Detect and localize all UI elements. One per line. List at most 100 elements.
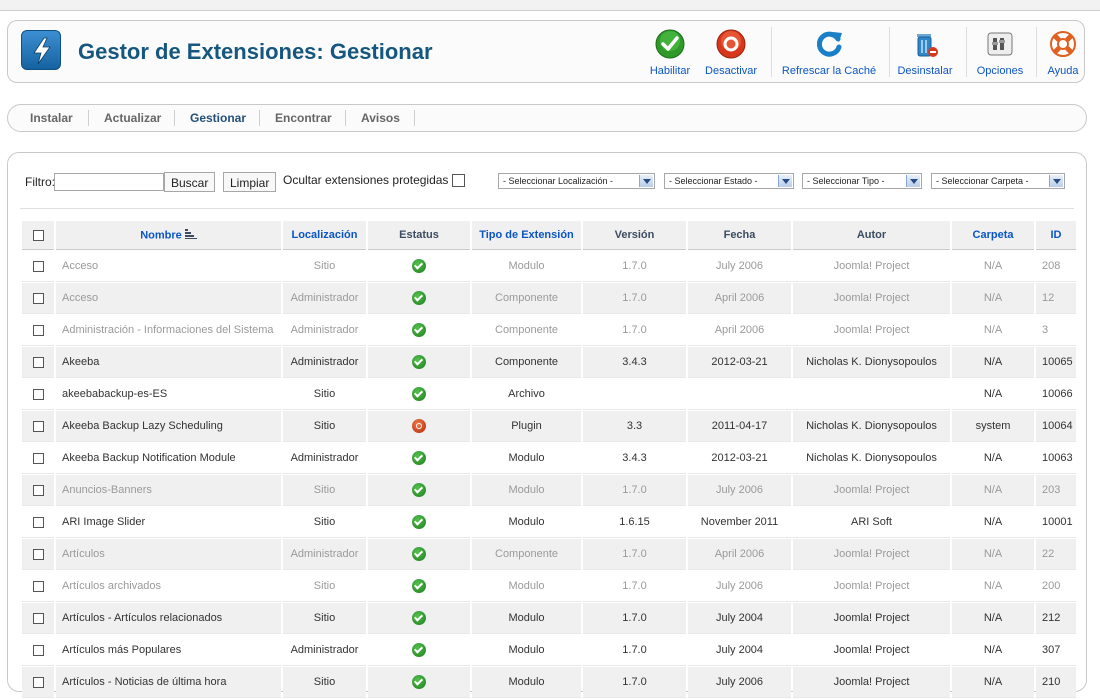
row-type: Archivo <box>472 379 581 410</box>
row-name[interactable]: Artículos - Noticias de última hora <box>56 667 281 698</box>
row-author: Joomla! Project <box>793 635 950 666</box>
row-version: 3.3 <box>583 411 686 442</box>
enabled-status-icon[interactable] <box>412 291 426 305</box>
column-header-folder[interactable]: Carpeta <box>952 221 1034 250</box>
row-select-cell <box>22 379 54 410</box>
row-checkbox[interactable] <box>32 484 44 496</box>
row-checkbox[interactable] <box>32 356 44 368</box>
row-date: 2011-04-17 <box>688 411 791 442</box>
enabled-status-icon[interactable] <box>412 387 426 401</box>
enabled-status-icon[interactable] <box>412 643 426 657</box>
folder-select[interactable]: - Seleccionar Carpeta - <box>931 173 1065 189</box>
row-version: 1.7.0 <box>583 539 686 570</box>
row-name[interactable]: Anuncios-Banners <box>56 475 281 506</box>
row-checkbox[interactable] <box>32 676 44 688</box>
status-select[interactable]: - Seleccionar Estado - <box>664 173 794 189</box>
row-name[interactable]: Akeeba <box>56 347 281 378</box>
row-checkbox[interactable] <box>32 644 44 656</box>
row-name[interactable]: Artículos más Populares <box>56 635 281 666</box>
submenu-warnings[interactable]: Avisos <box>361 111 400 125</box>
row-checkbox[interactable] <box>32 580 44 592</box>
row-checkbox[interactable] <box>32 452 44 464</box>
row-checkbox[interactable] <box>32 388 44 400</box>
row-checkbox[interactable] <box>32 548 44 560</box>
chevron-down-icon <box>906 175 920 187</box>
row-name[interactable]: Acceso <box>56 283 281 314</box>
column-header-location[interactable]: Localización <box>283 221 366 250</box>
submenu-update[interactable]: Actualizar <box>104 111 161 125</box>
row-name[interactable]: Acceso <box>56 251 281 282</box>
type-select[interactable]: - Seleccionar Tipo - <box>802 173 922 189</box>
row-name[interactable]: Administración - Informaciones del Siste… <box>56 315 281 346</box>
toolbar-divider <box>889 27 890 77</box>
enabled-status-icon[interactable] <box>412 515 426 529</box>
filter-search-input[interactable] <box>54 173 164 191</box>
row-type: Componente <box>472 347 581 378</box>
row-version: 3.4.3 <box>583 347 686 378</box>
enabled-status-icon[interactable] <box>412 355 426 369</box>
enabled-status-icon[interactable] <box>412 547 426 561</box>
disable-button[interactable]: Desactivar <box>702 27 760 77</box>
row-checkbox[interactable] <box>32 420 44 432</box>
row-checkbox[interactable] <box>32 516 44 528</box>
row-id: 10065 <box>1036 347 1076 378</box>
search-button[interactable]: Buscar <box>164 172 216 192</box>
enabled-status-icon[interactable] <box>412 323 426 337</box>
row-id: 200 <box>1036 571 1076 602</box>
hide-protected-checkbox[interactable] <box>452 174 465 187</box>
row-type: Modulo <box>472 443 581 474</box>
submenu-discover[interactable]: Encontrar <box>275 111 332 125</box>
check-circle-icon <box>655 29 685 59</box>
enabled-status-icon[interactable] <box>412 675 426 689</box>
table-row: Artículos más Populares Administrador Modu… <box>22 635 1076 666</box>
submenu-manage[interactable]: Gestionar <box>190 111 246 125</box>
submenu-install[interactable]: Instalar <box>30 111 73 125</box>
select-all-checkbox[interactable] <box>32 229 44 241</box>
options-button[interactable]: Opciones <box>974 27 1026 77</box>
row-version: 1.7.0 <box>583 635 686 666</box>
chevron-down-icon <box>1049 175 1063 187</box>
row-checkbox[interactable] <box>32 260 44 272</box>
disabled-status-icon[interactable] <box>412 419 426 433</box>
row-folder: N/A <box>952 379 1034 410</box>
refresh-cache-button-label: Refrescar la Caché <box>781 65 877 77</box>
column-header-name[interactable]: Nombre <box>56 221 281 250</box>
enabled-status-icon[interactable] <box>412 451 426 465</box>
table-row: Akeeba Backup Notification Module Adminis… <box>22 443 1076 474</box>
row-status <box>368 283 470 314</box>
column-header-id[interactable]: ID <box>1036 221 1076 250</box>
folder-select-value: - Seleccionar Carpeta - <box>936 176 1029 186</box>
row-version: 1.7.0 <box>583 667 686 698</box>
row-name[interactable]: akeebabackup-es-ES <box>56 379 281 410</box>
enabled-status-icon[interactable] <box>412 483 426 497</box>
refresh-cache-button[interactable]: Refrescar la Caché <box>780 27 878 77</box>
hide-protected-label: Ocultar extensiones protegidas <box>283 173 449 187</box>
row-name[interactable]: Artículos - Artículos relacionados <box>56 603 281 634</box>
enable-button[interactable]: Habilitar <box>648 27 692 77</box>
enabled-status-icon[interactable] <box>412 259 426 273</box>
row-location: Administrador <box>283 315 366 346</box>
column-header-status[interactable]: Estatus <box>368 221 470 250</box>
clear-button[interactable]: Limpiar <box>223 172 277 192</box>
row-name[interactable]: Artículos <box>56 539 281 570</box>
row-location: Sitio <box>283 603 366 634</box>
row-date: July 2006 <box>688 667 791 698</box>
location-select[interactable]: - Seleccionar Localización - <box>498 173 655 189</box>
row-author: Nicholas K. Dionysopoulos <box>793 443 950 474</box>
row-location: Sitio <box>283 379 366 410</box>
row-checkbox[interactable] <box>32 292 44 304</box>
help-button[interactable]: Ayuda <box>1043 27 1083 77</box>
enabled-status-icon[interactable] <box>412 611 426 625</box>
enabled-status-icon[interactable] <box>412 579 426 593</box>
row-name[interactable]: Artículos archivados <box>56 571 281 602</box>
row-checkbox[interactable] <box>32 612 44 624</box>
row-name[interactable]: Akeeba Backup Notification Module <box>56 443 281 474</box>
column-header-type[interactable]: Tipo de Extensión <box>472 221 581 250</box>
row-checkbox[interactable] <box>32 324 44 336</box>
row-name[interactable]: ARI Image Slider <box>56 507 281 538</box>
stop-circle-icon <box>716 29 746 59</box>
uninstall-button[interactable]: Desinstalar <box>897 27 953 77</box>
row-name[interactable]: Akeeba Backup Lazy Scheduling <box>56 411 281 442</box>
row-version: 1.7.0 <box>583 283 686 314</box>
table-row: Acceso Sitio Modulo 1.7.0 July 2006 Joomla! P… <box>22 251 1076 282</box>
